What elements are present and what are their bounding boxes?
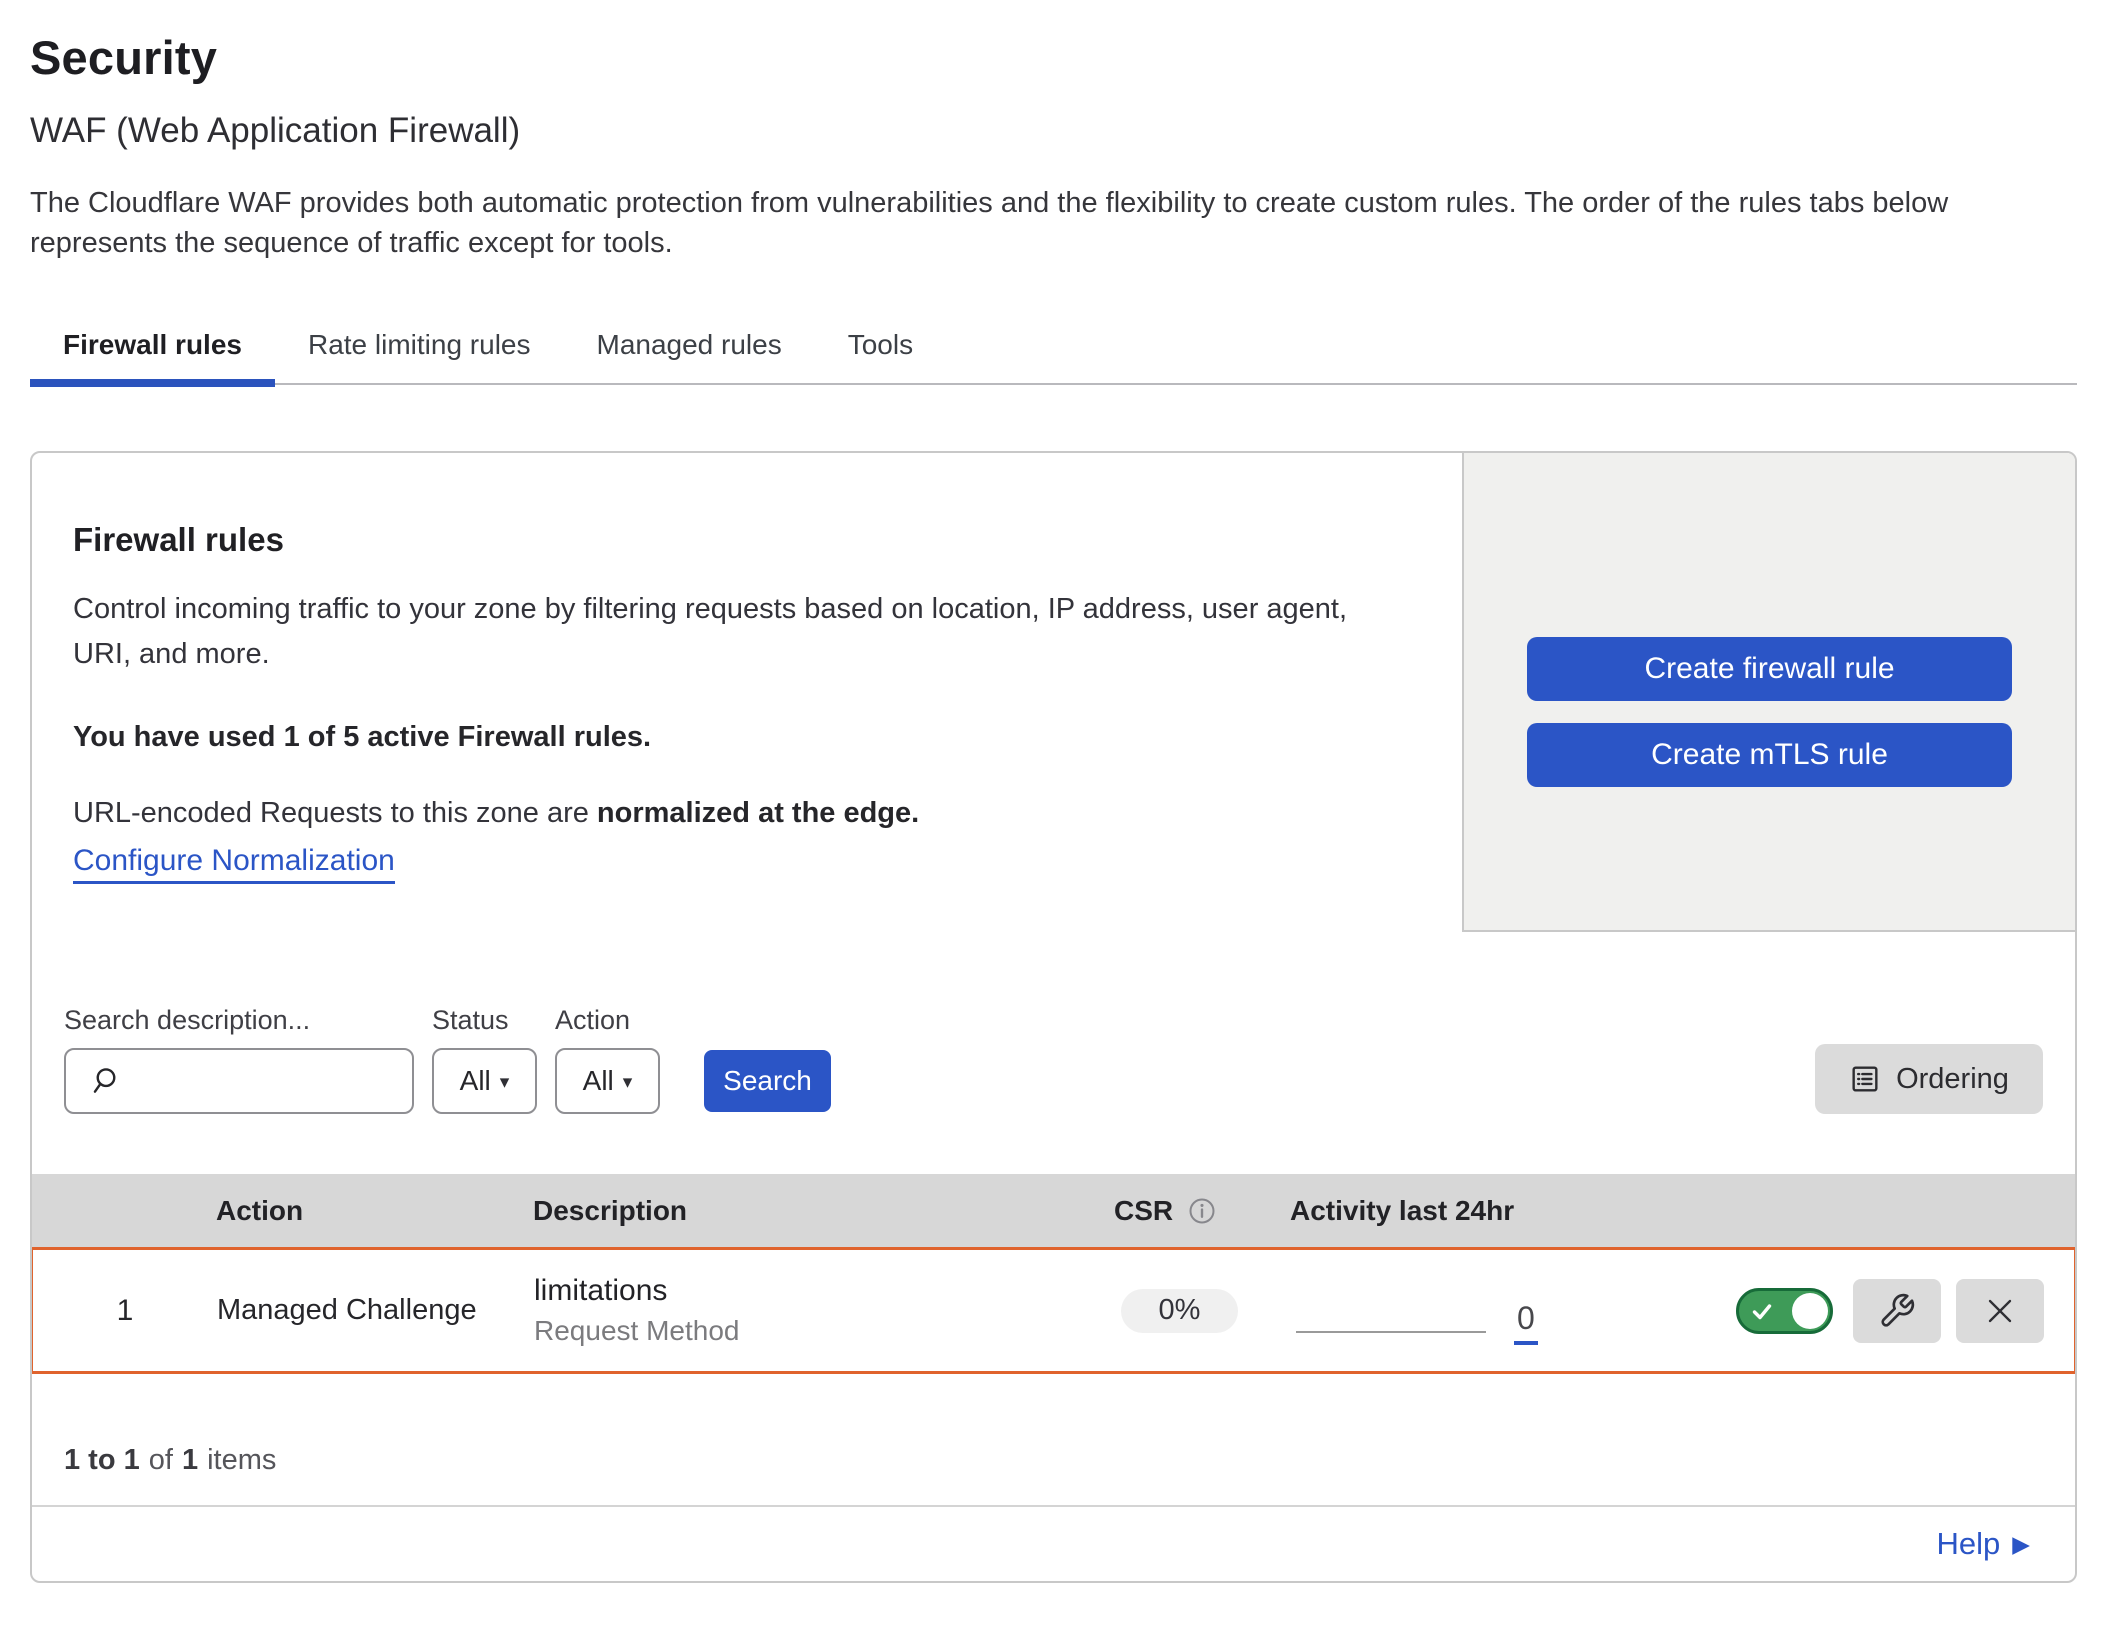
overview-text-block: Firewall rules Control incoming traffic …: [32, 453, 1462, 932]
edit-rule-button[interactable]: [1853, 1279, 1941, 1343]
column-header-description: Description: [533, 1195, 1082, 1227]
close-icon: [1980, 1291, 2020, 1331]
action-filter-group: Action All ▾: [555, 1004, 660, 1114]
info-icon[interactable]: [1187, 1196, 1217, 1226]
search-group: Search description...: [64, 1004, 414, 1114]
status-label: Status: [432, 1004, 537, 1036]
chevron-down-icon: ▾: [500, 1071, 510, 1094]
ordering-button[interactable]: Ordering: [1815, 1044, 2043, 1114]
tab-tools[interactable]: Tools: [815, 321, 946, 383]
page-title: Security: [30, 30, 2077, 85]
search-button[interactable]: Search: [704, 1050, 831, 1112]
action-label: Action: [555, 1004, 660, 1036]
usage-summary: You have used 1 of 5 active Firewall rul…: [73, 721, 1402, 754]
rule-description: limitations: [534, 1274, 1083, 1308]
configure-normalization-link[interactable]: Configure Normalization: [73, 844, 395, 884]
wrench-icon: [1878, 1292, 1916, 1330]
table-row[interactable]: 1 Managed Challenge limitations Request …: [30, 1247, 2077, 1374]
filter-bar: Search description... Status All ▾ Actio…: [32, 932, 2075, 1174]
search-label: Search description...: [64, 1004, 414, 1036]
overview-description: Control incoming traffic to your zone by…: [73, 587, 1393, 677]
check-icon: [1750, 1299, 1774, 1323]
normalization-note: URL-encoded Requests to this zone are no…: [73, 797, 1402, 830]
help-link[interactable]: Help ▶: [1937, 1526, 2030, 1562]
delete-rule-button[interactable]: [1956, 1279, 2044, 1343]
column-header-csr: CSR: [1082, 1195, 1290, 1227]
firewall-rules-card: Firewall rules Control incoming traffic …: [30, 451, 2077, 1583]
pagination-of: of: [149, 1444, 173, 1476]
table-header: Action Description CSR Activity last 24h…: [32, 1174, 2075, 1247]
rule-description-cell: limitations Request Method: [534, 1274, 1083, 1347]
overview-heading: Firewall rules: [73, 521, 1402, 559]
search-input[interactable]: [134, 1065, 394, 1097]
column-header-action: Action: [216, 1195, 533, 1227]
tab-rate-limiting-rules[interactable]: Rate limiting rules: [275, 321, 564, 383]
rule-controls-cell: [1713, 1279, 2074, 1343]
page-header: Security WAF (Web Application Firewall) …: [0, 0, 2114, 263]
rule-activity-cell: 0: [1291, 1250, 1713, 1371]
status-filter-group: Status All ▾: [432, 1004, 537, 1114]
search-box: [64, 1048, 414, 1114]
overview-section: Firewall rules Control incoming traffic …: [32, 453, 2075, 932]
normalization-note-bold: normalized at the edge.: [597, 797, 919, 829]
help-arrow-icon: ▶: [2012, 1531, 2030, 1558]
ordering-button-label: Ordering: [1896, 1063, 2009, 1096]
toggle-knob: [1792, 1293, 1828, 1329]
status-select[interactable]: All ▾: [432, 1048, 537, 1114]
pagination-status: 1 to 1 of 1 items: [32, 1374, 2075, 1507]
activity-sparkline: [1296, 1331, 1486, 1333]
activity-count-link[interactable]: 0: [1514, 1302, 1538, 1345]
search-icon: [88, 1065, 120, 1097]
action-select[interactable]: All ▾: [555, 1048, 660, 1114]
page-subtitle: WAF (Web Application Firewall): [30, 111, 2077, 151]
rule-field: Request Method: [534, 1315, 1083, 1347]
csr-badge: 0%: [1121, 1289, 1238, 1333]
pagination-range: 1 to 1: [64, 1444, 140, 1476]
pagination-items: items: [207, 1444, 276, 1476]
normalization-note-text: URL-encoded Requests to this zone are: [73, 797, 597, 829]
tab-firewall-rules[interactable]: Firewall rules: [30, 321, 275, 383]
actions-panel: Create firewall rule Create mTLS rule: [1462, 453, 2075, 932]
chevron-down-icon: ▾: [623, 1071, 633, 1094]
status-select-value: All: [460, 1065, 491, 1097]
rule-priority: 1: [33, 1294, 217, 1328]
rule-enabled-toggle[interactable]: [1736, 1288, 1833, 1334]
csr-header-label: CSR: [1114, 1195, 1173, 1227]
action-select-value: All: [583, 1065, 614, 1097]
pagination-total: 1: [182, 1444, 198, 1476]
column-header-activity: Activity last 24hr: [1290, 1195, 1712, 1227]
tab-managed-rules[interactable]: Managed rules: [564, 321, 815, 383]
rule-csr-cell: 0%: [1083, 1289, 1291, 1333]
waf-tabs: Firewall rules Rate limiting rules Manag…: [30, 321, 2077, 385]
create-mtls-rule-button[interactable]: Create mTLS rule: [1527, 723, 2012, 787]
ordering-list-icon: [1849, 1063, 1881, 1095]
rule-action: Managed Challenge: [217, 1294, 534, 1327]
help-link-label: Help: [1937, 1526, 2001, 1562]
help-row: Help ▶: [32, 1507, 2075, 1581]
create-firewall-rule-button[interactable]: Create firewall rule: [1527, 637, 2012, 701]
page-description: The Cloudflare WAF provides both automat…: [30, 183, 2020, 263]
